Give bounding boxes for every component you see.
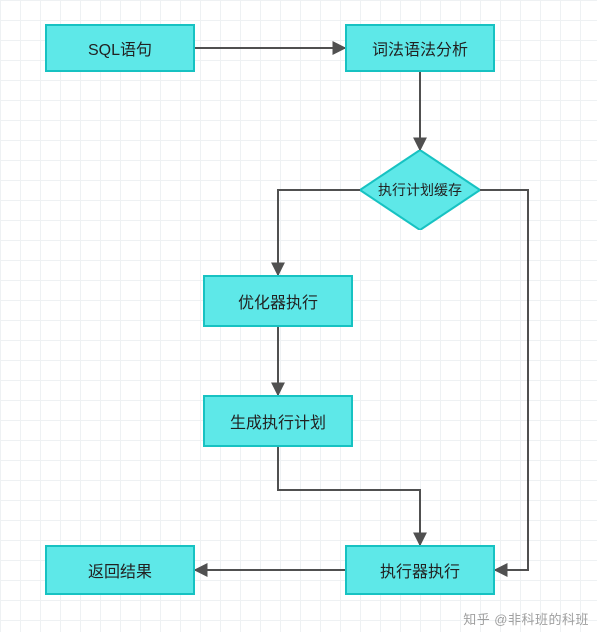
- edge-genplan-to-executor: [278, 447, 420, 545]
- node-lex-parse: 词法语法分析: [345, 24, 495, 72]
- node-return-label: 返回结果: [88, 558, 152, 582]
- node-plan-cache: 执行计划缓存: [360, 150, 480, 230]
- node-gen-plan-label: 生成执行计划: [230, 409, 326, 433]
- node-gen-plan: 生成执行计划: [203, 395, 353, 447]
- node-return: 返回结果: [45, 545, 195, 595]
- edge-cache-miss-to-optimizer: [278, 190, 360, 275]
- node-sql-stmt-label: SQL语句: [88, 36, 152, 60]
- watermark: 知乎 @非科班的科班: [463, 609, 589, 628]
- node-executor: 执行器执行: [345, 545, 495, 595]
- node-lex-parse-label: 词法语法分析: [372, 36, 468, 60]
- node-executor-label: 执行器执行: [380, 558, 460, 582]
- node-plan-cache-label: 执行计划缓存: [378, 180, 462, 200]
- edge-cache-hit-to-executor: [480, 190, 528, 570]
- flowchart-canvas: SQL语句 词法语法分析 执行计划缓存 优化器执行 生成执行计划 执行器执行 返…: [0, 0, 597, 632]
- node-sql-stmt: SQL语句: [45, 24, 195, 72]
- node-optimizer-label: 优化器执行: [238, 289, 318, 313]
- node-optimizer: 优化器执行: [203, 275, 353, 327]
